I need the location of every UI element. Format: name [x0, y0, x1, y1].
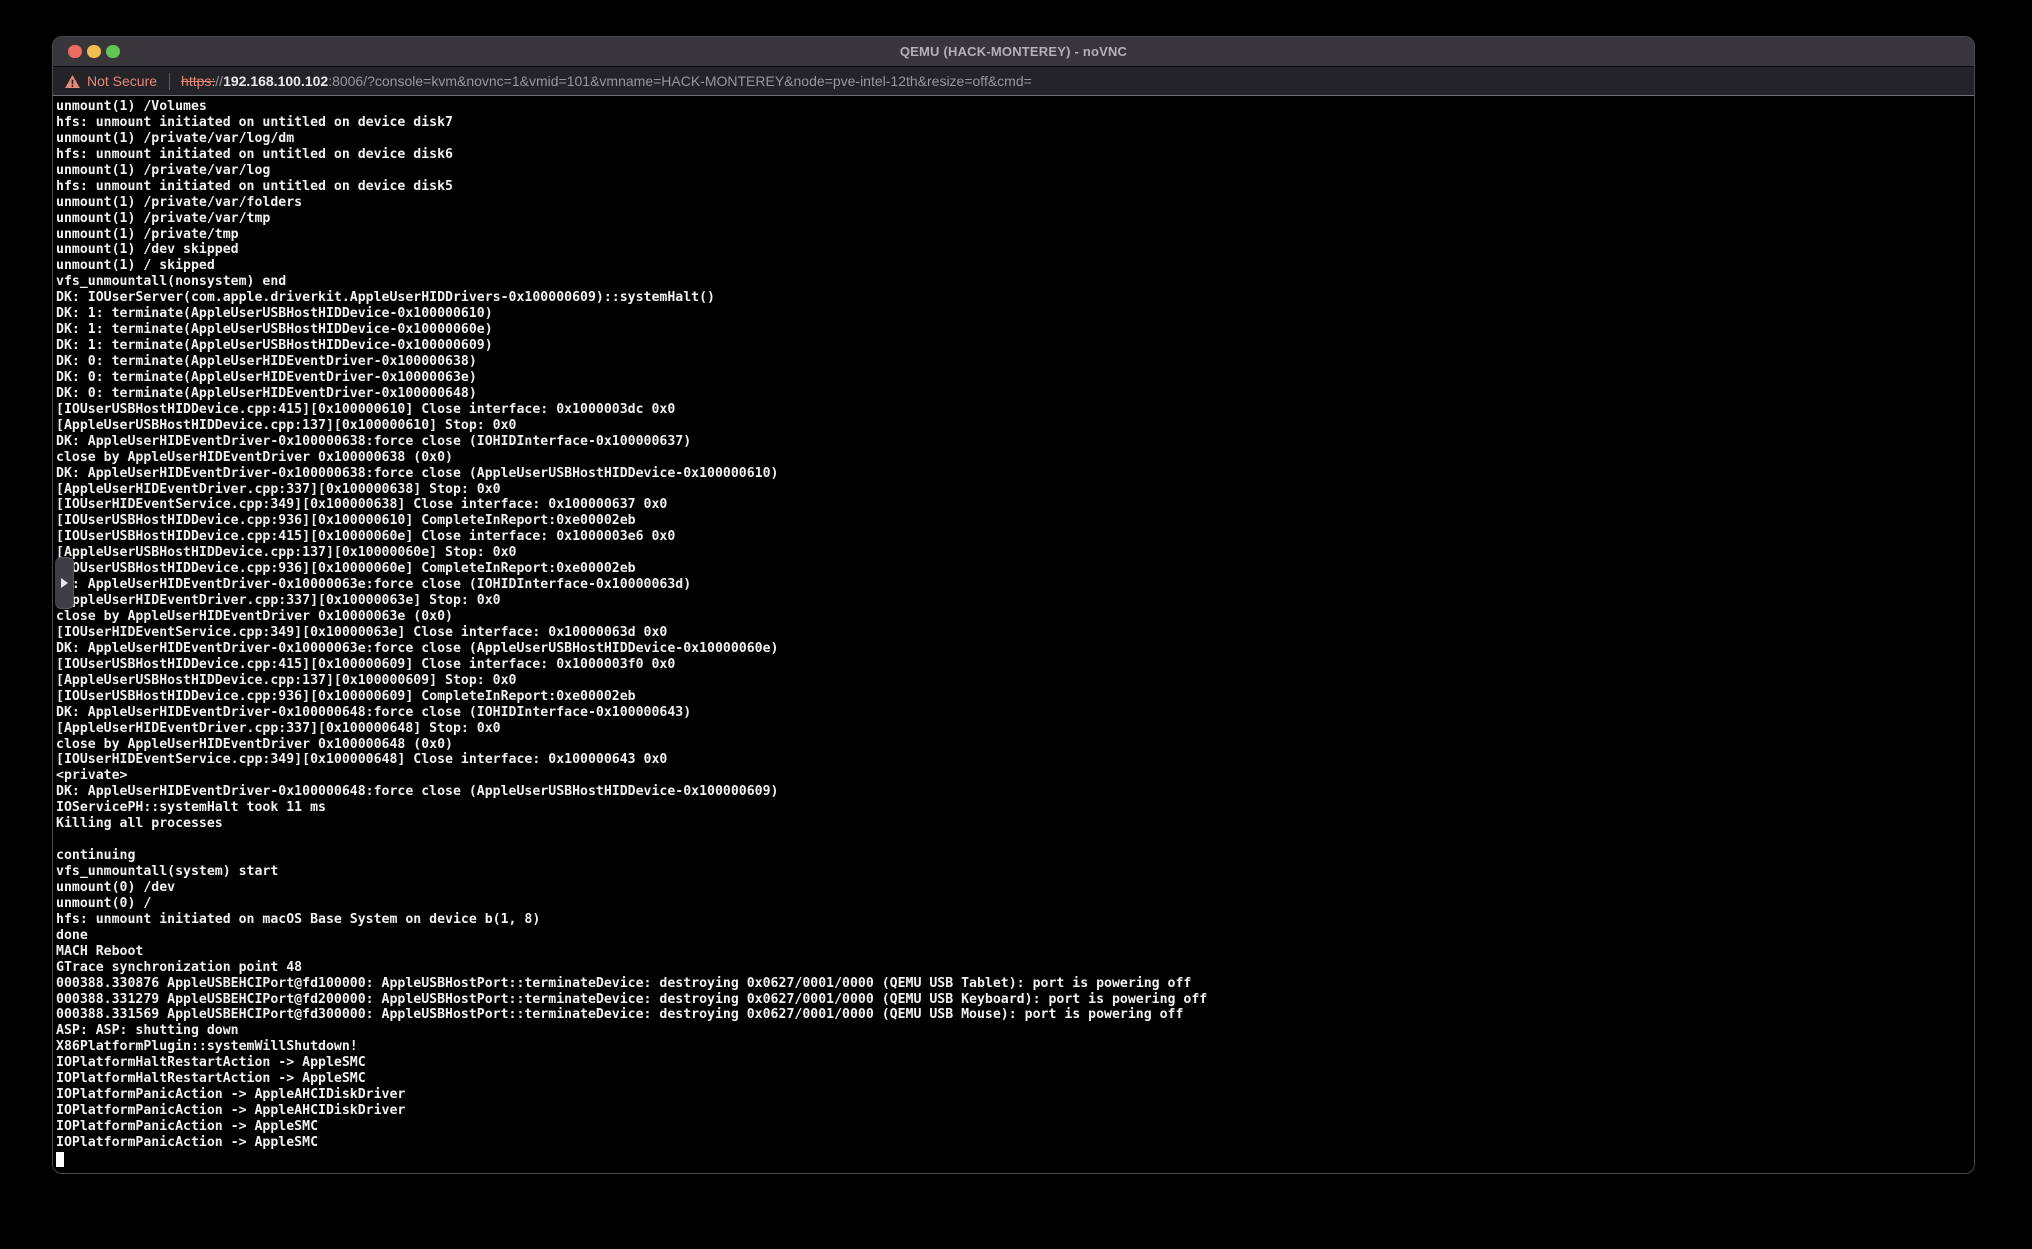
- console-line: DK: AppleUserHIDEventDriver-0x100000638:…: [56, 466, 1974, 482]
- traffic-lights: [68, 37, 120, 66]
- console-line: IOPlatformPanicAction -> AppleSMC: [56, 1119, 1974, 1135]
- console-line: close by AppleUserHIDEventDriver 0x10000…: [56, 609, 1974, 625]
- console-line: hfs: unmount initiated on untitled on de…: [56, 147, 1974, 163]
- console-line: ASP: ASP: shutting down: [56, 1023, 1974, 1039]
- console-line: IOServicePH::systemHalt took 11 ms: [56, 800, 1974, 816]
- console-line: [IOUserUSBHostHIDDevice.cpp:415][0x10000…: [56, 657, 1974, 673]
- console-line: DK: AppleUserHIDEventDriver-0x10000063e:…: [56, 577, 1974, 593]
- console-line: vfs_unmountall(system) start: [56, 864, 1974, 880]
- browser-window: QEMU (HACK-MONTEREY) - noVNC Not Secure …: [52, 36, 1975, 1174]
- console-line: DK: AppleUserHIDEventDriver-0x100000648:…: [56, 705, 1974, 721]
- console-line: unmount(0) /dev: [56, 880, 1974, 896]
- console-line: unmount(1) /private/var/tmp: [56, 211, 1974, 227]
- console-line: unmount(1) /dev skipped: [56, 242, 1974, 258]
- address-field[interactable]: https://192.168.100.102:8006/?console=kv…: [181, 73, 1032, 89]
- close-button[interactable]: [68, 45, 82, 59]
- console-line: IOPlatformHaltRestartAction -> AppleSMC: [56, 1055, 1974, 1071]
- zoom-button[interactable]: [106, 45, 120, 59]
- console-line: IOPlatformPanicAction -> AppleAHCIDiskDr…: [56, 1087, 1974, 1103]
- vnc-control-bar-handle[interactable]: [55, 557, 74, 609]
- window-title: QEMU (HACK-MONTEREY) - noVNC: [900, 44, 1127, 59]
- console-line: hfs: unmount initiated on macOS Base Sys…: [56, 912, 1974, 928]
- console-line: DK: 1: terminate(AppleUserUSBHostHIDDevi…: [56, 338, 1974, 354]
- not-secure-label[interactable]: Not Secure: [87, 73, 157, 89]
- console-line: DK: AppleUserHIDEventDriver-0x10000063e:…: [56, 641, 1974, 657]
- console-line: close by AppleUserHIDEventDriver 0x10000…: [56, 450, 1974, 466]
- console-line: DK: AppleUserHIDEventDriver-0x100000638:…: [56, 434, 1974, 450]
- console-line: unmount(1) /private/var/log/dm: [56, 131, 1974, 147]
- console-line: unmount(1) /Volumes: [56, 99, 1974, 115]
- console-line: [IOUserHIDEventService.cpp:349][0x100000…: [56, 625, 1974, 641]
- console-line: [IOUserUSBHostHIDDevice.cpp:415][0x10000…: [56, 529, 1974, 545]
- console-line: unmount(1) /private/var/log: [56, 163, 1974, 179]
- console-line: [IOUserUSBHostHIDDevice.cpp:936][0x10000…: [56, 561, 1974, 577]
- console-line: continuing: [56, 848, 1974, 864]
- console-line: [IOUserUSBHostHIDDevice.cpp:415][0x10000…: [56, 402, 1974, 418]
- console-line: [IOUserHIDEventService.cpp:349][0x100000…: [56, 497, 1974, 513]
- console-line: DK: AppleUserHIDEventDriver-0x100000648:…: [56, 784, 1974, 800]
- console-line: done: [56, 928, 1974, 944]
- console-line: 000388.331279 AppleUSBEHCIPort@fd200000:…: [56, 992, 1974, 1008]
- console-line: DK: 0: terminate(AppleUserHIDEventDriver…: [56, 354, 1974, 370]
- vnc-console-screen[interactable]: unmount(1) /Volumeshfs: unmount initiate…: [53, 96, 1974, 1174]
- console-line: DK: 0: terminate(AppleUserHIDEventDriver…: [56, 386, 1974, 402]
- warning-triangle-icon: [65, 75, 80, 88]
- console-line: IOPlatformHaltRestartAction -> AppleSMC: [56, 1071, 1974, 1087]
- console-line: unmount(0) /: [56, 896, 1974, 912]
- url-bar[interactable]: Not Secure https://192.168.100.102:8006/…: [53, 66, 1974, 96]
- console-line: 000388.330876 AppleUSBEHCIPort@fd100000:…: [56, 976, 1974, 992]
- console-line: DK: 1: terminate(AppleUserUSBHostHIDDevi…: [56, 322, 1974, 338]
- console-line: close by AppleUserHIDEventDriver 0x10000…: [56, 737, 1974, 753]
- console-line: GTrace synchronization point 48: [56, 960, 1974, 976]
- console-line: [AppleUserUSBHostHIDDevice.cpp:137][0x10…: [56, 673, 1974, 689]
- console-line: [IOUserUSBHostHIDDevice.cpp:936][0x10000…: [56, 689, 1974, 705]
- console-line: [AppleUserHIDEventDriver.cpp:337][0x1000…: [56, 721, 1974, 737]
- console-line: unmount(1) /private/var/folders: [56, 195, 1974, 211]
- url-path: :8006/?console=kvm&novnc=1&vmid=101&vmna…: [328, 73, 1032, 89]
- url-scheme: https:: [181, 73, 215, 89]
- console-line: DK: 1: terminate(AppleUserUSBHostHIDDevi…: [56, 306, 1974, 322]
- console-line: MACH Reboot: [56, 944, 1974, 960]
- console-line: [AppleUserUSBHostHIDDevice.cpp:137][0x10…: [56, 545, 1974, 561]
- console-line: DK: IOUserServer(com.apple.driverkit.App…: [56, 290, 1974, 306]
- minimize-button[interactable]: [87, 45, 101, 59]
- terminal-cursor: [56, 1152, 64, 1167]
- console-line: vfs_unmountall(nonsystem) end: [56, 274, 1974, 290]
- console-line: [AppleUserUSBHostHIDDevice.cpp:137][0x10…: [56, 418, 1974, 434]
- console-output: unmount(1) /Volumeshfs: unmount initiate…: [56, 99, 1974, 1151]
- console-line: 000388.331569 AppleUSBEHCIPort@fd300000:…: [56, 1007, 1974, 1023]
- title-bar: QEMU (HACK-MONTEREY) - noVNC: [53, 37, 1974, 66]
- console-line: X86PlatformPlugin::systemWillShutdown!: [56, 1039, 1974, 1055]
- console-line: unmount(1) /private/tmp: [56, 227, 1974, 243]
- console-line: [AppleUserHIDEventDriver.cpp:337][0x1000…: [56, 593, 1974, 609]
- console-line: unmount(1) / skipped: [56, 258, 1974, 274]
- console-line: <private>: [56, 768, 1974, 784]
- console-line: hfs: unmount initiated on untitled on de…: [56, 179, 1974, 195]
- console-cursor-line: [56, 1151, 1974, 1167]
- url-slashes: //: [215, 73, 223, 89]
- console-line: IOPlatformPanicAction -> AppleAHCIDiskDr…: [56, 1103, 1974, 1119]
- console-line: Killing all processes: [56, 816, 1974, 832]
- console-line: DK: 0: terminate(AppleUserHIDEventDriver…: [56, 370, 1974, 386]
- console-line: [56, 832, 1974, 848]
- console-line: IOPlatformPanicAction -> AppleSMC: [56, 1135, 1974, 1151]
- arrow-right-icon: [61, 578, 68, 588]
- url-separator: [169, 73, 170, 90]
- console-line: hfs: unmount initiated on untitled on de…: [56, 115, 1974, 131]
- console-line: [AppleUserHIDEventDriver.cpp:337][0x1000…: [56, 482, 1974, 498]
- console-line: [IOUserHIDEventService.cpp:349][0x100000…: [56, 752, 1974, 768]
- url-host: 192.168.100.102: [223, 73, 328, 89]
- console-line: [IOUserUSBHostHIDDevice.cpp:936][0x10000…: [56, 513, 1974, 529]
